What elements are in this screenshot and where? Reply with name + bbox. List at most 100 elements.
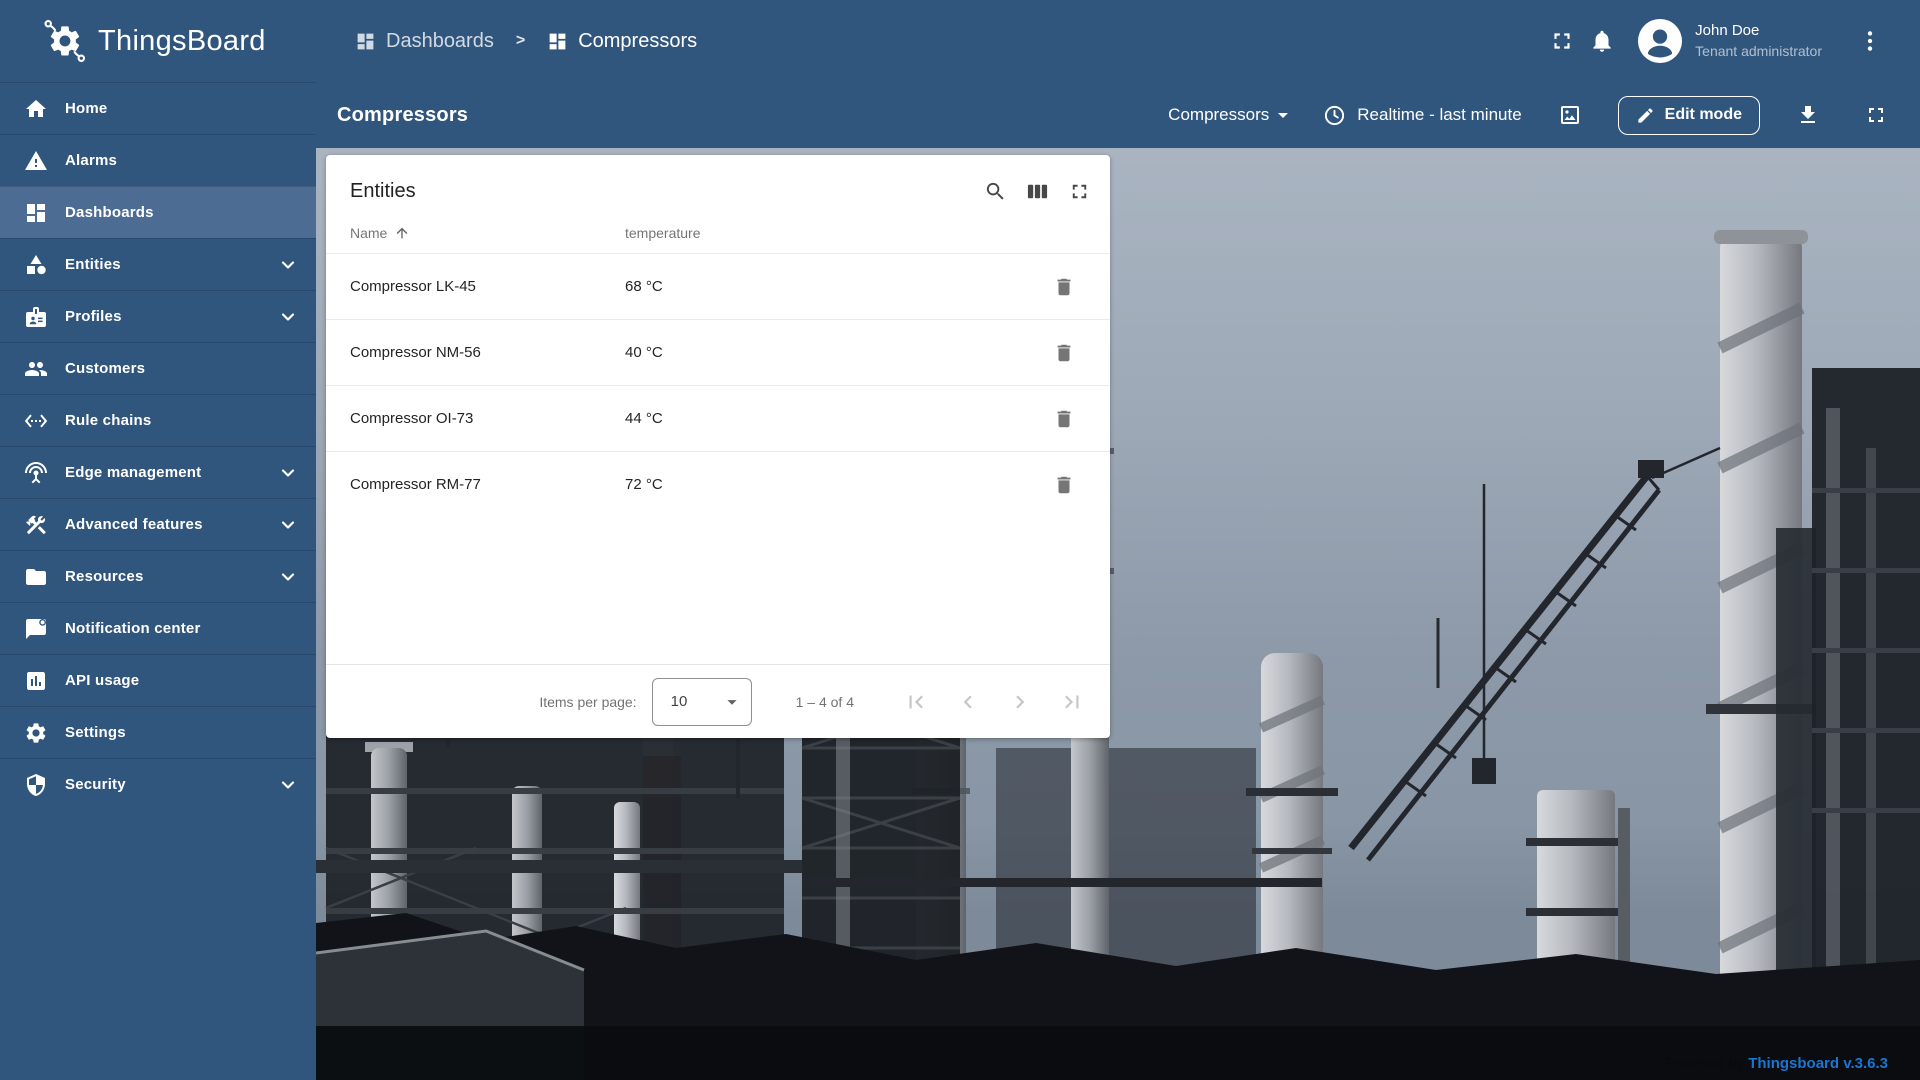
entity-temperature: 40 °C [625, 344, 663, 361]
page-size-select[interactable]: 10 [651, 677, 752, 726]
trash-icon [1057, 278, 1071, 295]
trash-icon [1057, 476, 1071, 493]
entities-widget-header: Entities [326, 155, 1110, 213]
antenna-icon [24, 461, 48, 485]
next-page-button[interactable] [1000, 682, 1040, 722]
page-range-label: 1 – 4 of 4 [795, 693, 854, 710]
user-menu[interactable]: John Doe Tenant administrator [1695, 21, 1822, 60]
table-header-row: Name temperature [326, 213, 1110, 253]
sidebar-item-home[interactable]: Home [0, 82, 316, 134]
thingsboard-logo-icon [44, 20, 86, 62]
sidebar-item-advanced-features[interactable]: Advanced features [0, 498, 316, 550]
breadcrumb-dashboards[interactable]: Dashboards [355, 30, 494, 53]
sidebar-item-settings[interactable]: Settings [0, 706, 316, 758]
dropdown-caret-icon [1278, 113, 1289, 118]
sidebar-item-profiles[interactable]: Profiles [0, 290, 316, 342]
sidebar-item-notification-center[interactable]: Notification center [0, 602, 316, 654]
profiles-icon [24, 305, 48, 329]
delete-row-button[interactable] [1044, 399, 1084, 439]
sidebar-item-dashboards[interactable]: Dashboards [0, 186, 316, 238]
sidebar-item-alarms[interactable]: Alarms [0, 134, 316, 186]
widget-actions [978, 174, 1096, 208]
entity-name: Compressor OI-73 [350, 410, 474, 427]
column-header-temperature[interactable]: temperature [625, 225, 1086, 241]
thingsboard-logo[interactable]: ThingsBoard [0, 0, 316, 82]
shield-icon [24, 773, 48, 797]
dashboard-state-selector[interactable]: Compressors [1168, 103, 1295, 127]
dashboard-image-button[interactable] [1550, 95, 1590, 135]
previous-page-button[interactable] [948, 682, 988, 722]
clock-icon [1325, 105, 1345, 125]
breadcrumb-compressors[interactable]: Compressors [547, 30, 697, 53]
dashboard-toolbar-actions: Compressors Realtime - last minute Edit … [1168, 95, 1896, 135]
chevron-down-icon [278, 515, 298, 535]
folder-icon [24, 565, 48, 589]
entity-temperature: 72 °C [625, 476, 663, 493]
dashboard-toolbar: Compressors Compressors Realtime - last … [316, 82, 1920, 148]
sidebar-item-api-usage[interactable]: API usage [0, 654, 316, 706]
table-row[interactable]: Compressor LK-45 68 °C [326, 253, 1110, 319]
chevron-right-icon [1016, 695, 1025, 708]
items-per-page-label: Items per page: [539, 693, 637, 710]
delete-row-button[interactable] [1044, 333, 1084, 373]
table-row[interactable]: Compressor OI-73 44 °C [326, 385, 1110, 451]
dashboards-icon [547, 31, 568, 52]
dashboard-fullscreen-button[interactable] [1856, 95, 1896, 135]
more-menu-button[interactable] [1850, 21, 1890, 61]
entity-name: Compressor NM-56 [350, 344, 481, 361]
chevron-down-icon [278, 463, 298, 483]
widget-fullscreen-button[interactable] [1062, 174, 1096, 208]
bell-icon [1593, 30, 1611, 52]
sidebar-item-customers[interactable]: Customers [0, 342, 316, 394]
sidebar-item-security[interactable]: Security [0, 758, 316, 810]
table-row[interactable]: Compressor RM-77 72 °C [326, 451, 1110, 517]
dashboards-icon [24, 201, 48, 225]
rule-chains-icon [24, 409, 48, 433]
chevron-down-icon [278, 255, 298, 275]
fullscreen-button[interactable] [1542, 21, 1582, 61]
breadcrumb-separator: > [515, 32, 526, 49]
chevron-down-icon [278, 567, 298, 587]
sidebar-item-rule-chains[interactable]: Rule chains [0, 394, 316, 446]
dropdown-caret-icon [721, 691, 743, 713]
columns-icon [1027, 184, 1047, 198]
notifications-button[interactable] [1582, 21, 1622, 61]
delete-row-button[interactable] [1044, 267, 1084, 307]
edit-mode-button[interactable]: Edit mode [1617, 95, 1760, 135]
search-icon [986, 182, 1004, 200]
gear-icon [24, 721, 48, 745]
avatar[interactable] [1638, 19, 1683, 63]
entity-temperature: 68 °C [625, 278, 663, 295]
tools-icon [24, 513, 48, 537]
entity-name: Compressor RM-77 [350, 476, 481, 493]
widget-columns-button[interactable] [1020, 174, 1054, 208]
sidebar-item-resources[interactable]: Resources [0, 550, 316, 602]
entity-name: Compressor LK-45 [350, 278, 476, 295]
thingsboard-app: ThingsBoard Home Alarms Dashboards Entit… [0, 0, 1920, 1080]
widget-title: Entities [350, 179, 416, 202]
customers-icon [24, 357, 48, 381]
download-icon [1801, 106, 1815, 123]
download-button[interactable] [1788, 95, 1828, 135]
chevron-down-icon [278, 307, 298, 327]
fullscreen-icon [1072, 184, 1086, 198]
chart-icon [24, 669, 48, 693]
powered-by-label: Powered by [1664, 1055, 1745, 1072]
table-row[interactable]: Compressor NM-56 40 °C [326, 319, 1110, 385]
column-header-name[interactable]: Name [350, 225, 625, 241]
fullscreen-icon [1554, 33, 1570, 49]
entities-widget: Entities Name temperature Compressor LK-… [326, 155, 1110, 738]
dashboard-content: Entities Name temperature Compressor LK-… [316, 148, 1920, 1080]
delete-row-button[interactable] [1044, 465, 1084, 505]
pencil-icon [1638, 107, 1653, 123]
version-link[interactable]: Thingsboard v.3.6.3 [1748, 1055, 1888, 1072]
last-page-button[interactable] [1052, 682, 1092, 722]
sidebar-item-entities[interactable]: Entities [0, 238, 316, 290]
trash-icon [1057, 344, 1071, 361]
widget-search-button[interactable] [978, 174, 1012, 208]
timewindow-button[interactable]: Realtime - last minute [1323, 104, 1522, 127]
first-page-button[interactable] [896, 682, 936, 722]
sidebar: ThingsBoard Home Alarms Dashboards Entit… [0, 0, 316, 1080]
first-page-icon [909, 695, 923, 708]
sidebar-item-edge-management[interactable]: Edge management [0, 446, 316, 498]
